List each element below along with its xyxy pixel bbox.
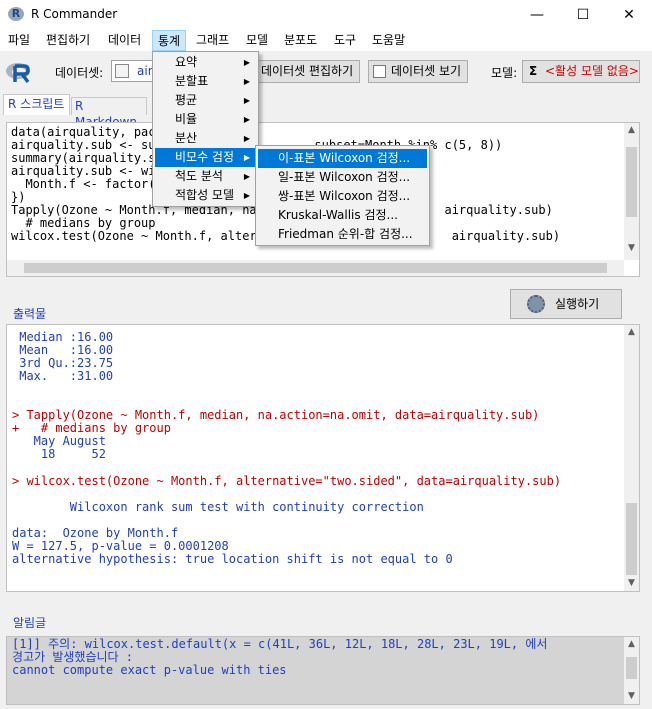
submenu-arrow-icon: ▶ (243, 77, 250, 86)
output-result: May August 18 52 (33, 434, 106, 461)
messages-text: [1]] 주의: wilcox.test.default(x = c(41L, … (12, 637, 548, 677)
submenu-arrow-icon: ▶ (243, 134, 250, 143)
gear-icon (527, 295, 545, 313)
tab-r-markdown[interactable]: R Markdown (71, 97, 147, 129)
menu-tools[interactable]: 도구 (329, 30, 361, 51)
menu-item-friedman-rank-sum[interactable]: Friedman 순위-합 검정... (258, 225, 427, 244)
menu-bar (0, 30, 652, 51)
menu-item-proportions[interactable]: 비율 ▶ (155, 110, 256, 129)
menu-file[interactable]: 파일 (3, 30, 35, 51)
scroll-thumb[interactable] (626, 657, 637, 679)
close-button[interactable]: ✕ (606, 0, 652, 30)
view-dataset-label: 데이터셋 보기 (391, 64, 462, 78)
maximize-button[interactable]: ☐ (560, 0, 606, 30)
submenu-arrow-icon: ▶ (243, 153, 250, 162)
scroll-thumb[interactable] (24, 263, 607, 273)
messages-label: 알림글 (13, 616, 47, 630)
scroll-down-icon[interactable]: ▼ (624, 689, 639, 704)
scroll-down-icon[interactable]: ▼ (624, 241, 639, 256)
minimize-button[interactable]: — (514, 0, 560, 30)
dataset-label: 데이터셋: (55, 66, 104, 80)
sigma-icon: Σ (529, 64, 538, 78)
menu-item-label: 척도 분석 (175, 169, 223, 183)
menu-item-label: 적합성 모델 (175, 188, 235, 202)
menu-item-contingency-tables[interactable]: 분할표 ▶ (155, 72, 256, 91)
output-label: 출력물 (13, 307, 47, 321)
submenu-arrow-icon: ▶ (243, 115, 250, 124)
tab-r-script[interactable]: R 스크립트 (3, 94, 70, 115)
menu-item-kruskal-wallis[interactable]: Kruskal-Wallis 검정... (258, 206, 427, 225)
window-title: R Commander (31, 7, 118, 21)
scroll-up-icon[interactable]: ▲ (624, 123, 639, 138)
script-horizontal-scrollbar[interactable] (7, 260, 624, 276)
menu-item-summaries[interactable]: 요약 ▶ (155, 53, 256, 72)
submenu-arrow-icon: ▶ (243, 172, 250, 181)
menu-item-fit-models[interactable]: 적합성 모델 ▶ (155, 186, 256, 205)
menu-item-label: 요약 (175, 55, 198, 69)
script-vertical-scrollbar[interactable]: ▲ ▼ (624, 123, 639, 260)
menu-item-label: 비율 (175, 112, 198, 126)
view-dataset-button[interactable]: 데이터셋 보기 (368, 60, 469, 83)
run-button-label: 실행하기 (555, 297, 600, 311)
menu-item-variances[interactable]: 분산 ▶ (155, 129, 256, 148)
menu-help[interactable]: 도움말 (367, 30, 410, 51)
statistics-menu: 요약 ▶ 분할표 ▶ 평균 ▶ 비율 ▶ 분산 ▶ 비모수 검정 ▶ 척도 분석 ▶ 적합성 … (152, 51, 259, 207)
menu-graphs[interactable]: 그래프 (191, 30, 234, 51)
output-command: > wilcox.test(Ozone ~ Month.f, alternati… (12, 474, 562, 488)
submenu-arrow-icon: ▶ (243, 58, 250, 67)
active-model-value: <활성 모델 없음> (545, 64, 639, 78)
active-model-button[interactable]: Σ <활성 모델 없음> (522, 60, 640, 83)
menu-models[interactable]: 모델 (241, 30, 273, 51)
menu-item-label: 분할표 (175, 74, 209, 88)
scroll-thumb[interactable] (626, 503, 637, 575)
r-logo-icon (6, 63, 30, 84)
menu-item-label: 분산 (175, 131, 198, 145)
output-summary: Median :16.00 Mean :16.00 3rd Qu.:23.75 … (19, 330, 114, 383)
r-logo-icon: R (8, 7, 24, 21)
table-icon (115, 64, 129, 78)
model-label: 모델: (491, 66, 518, 80)
scroll-up-icon[interactable]: ▲ (624, 637, 639, 652)
scroll-up-icon[interactable]: ▲ (624, 325, 639, 340)
output-result: data: Ozone by Month.f W = 127.5, p-valu… (12, 526, 453, 566)
messages-vertical-scrollbar[interactable]: ▲ ▼ (624, 637, 639, 704)
output-pane[interactable]: Median :16.00 Mean :16.00 3rd Qu.:23.75 … (6, 324, 640, 592)
menu-statistics[interactable]: 통계 (152, 30, 187, 51)
scroll-down-icon[interactable]: ▼ (624, 576, 639, 591)
nonparametric-tests-submenu: 이-표본 Wilcoxon 검정... 일-표본 Wilcoxon 검정... … (255, 145, 430, 246)
menu-edit[interactable]: 편집하기 (41, 30, 95, 51)
output-test-title: Wilcoxon rank sum test with continuity c… (12, 500, 424, 514)
menu-data[interactable]: 데이터 (103, 30, 146, 51)
menu-item-nonparametric-tests[interactable]: 비모수 검정 ▶ (155, 148, 256, 167)
menu-item-means[interactable]: 평균 ▶ (155, 91, 256, 110)
run-button[interactable]: 실행하기 (510, 289, 622, 319)
active-dataset-selector[interactable]: air (111, 60, 155, 82)
dataset-value: air (137, 64, 153, 78)
output-command: > Tapply(Ozone ~ Month.f, median, na.act… (12, 408, 540, 435)
menu-item-label: 비모수 검정 (175, 150, 235, 164)
menu-item-two-sample-wilcoxon[interactable]: 이-표본 Wilcoxon 검정... (258, 149, 427, 168)
output-vertical-scrollbar[interactable]: ▲ ▼ (624, 325, 639, 591)
submenu-arrow-icon: ▶ (243, 191, 250, 200)
scroll-thumb[interactable] (626, 147, 637, 217)
menu-item-paired-wilcoxon[interactable]: 쌍-표본 Wilcoxon 검정... (258, 187, 427, 206)
menu-item-dimensional-analysis[interactable]: 척도 분석 ▶ (155, 167, 256, 186)
submenu-arrow-icon: ▶ (243, 96, 250, 105)
menu-distributions[interactable]: 분포도 (279, 30, 322, 51)
menu-item-one-sample-wilcoxon[interactable]: 일-표본 Wilcoxon 검정... (258, 168, 427, 187)
menu-item-label: 평균 (175, 93, 198, 107)
magnifier-icon (373, 65, 386, 78)
messages-pane[interactable]: [1]] 주의: wilcox.test.default(x = c(41L, … (6, 636, 640, 705)
